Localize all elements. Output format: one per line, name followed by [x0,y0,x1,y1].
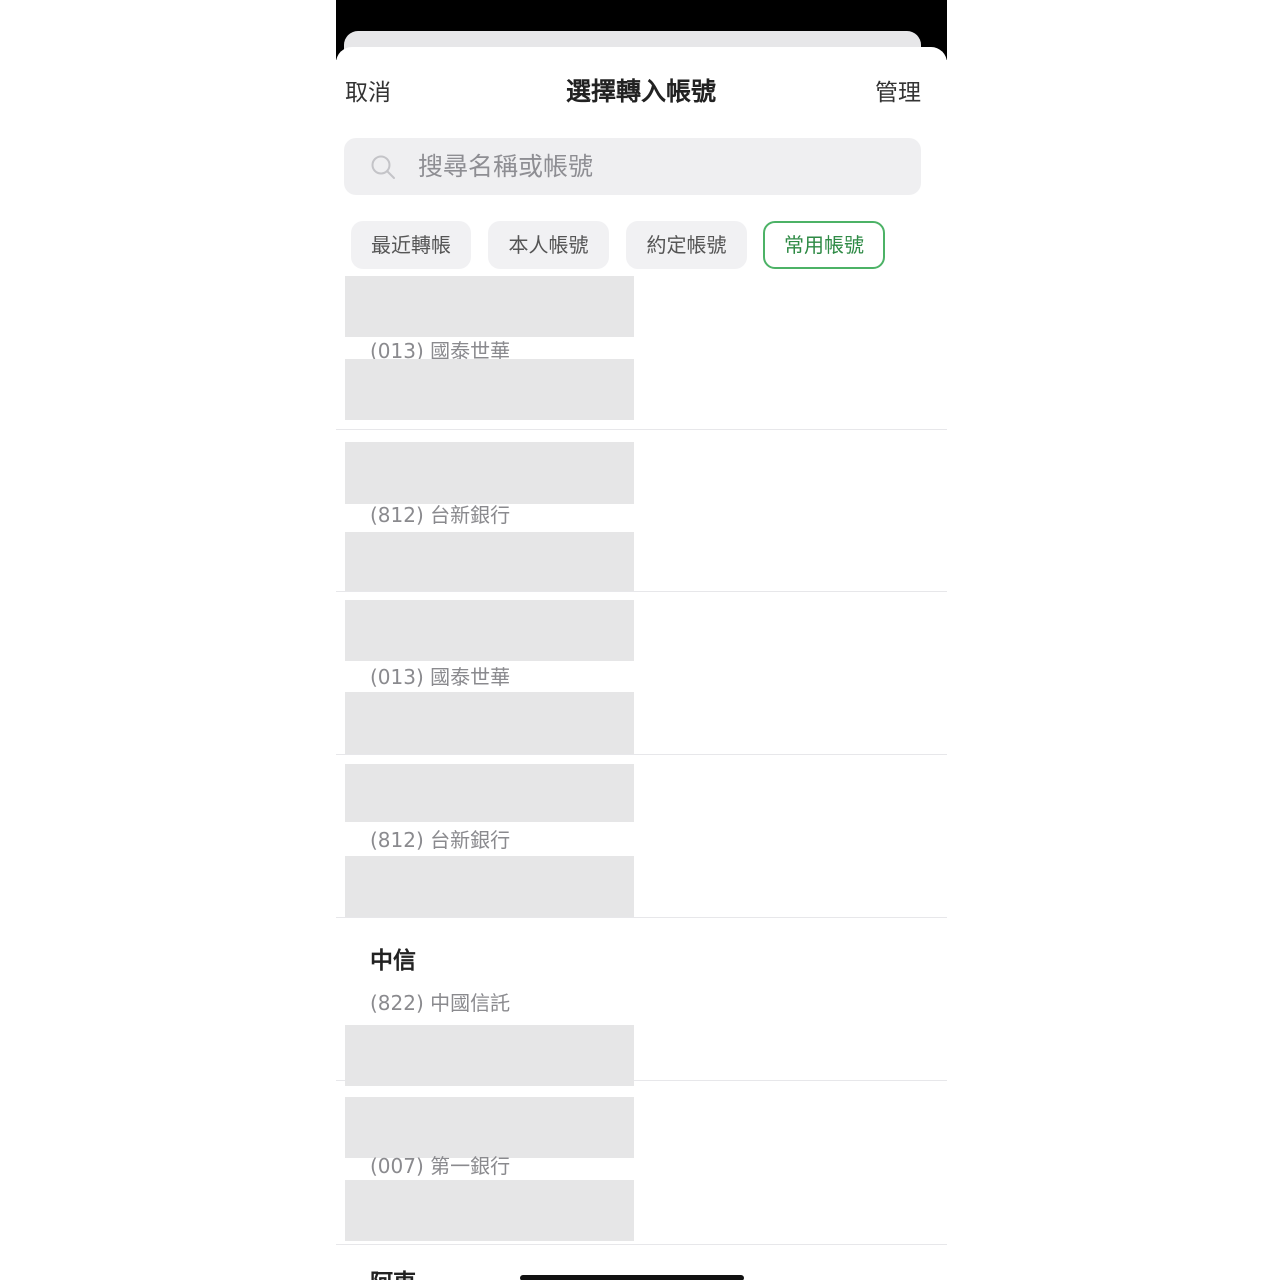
manage-button[interactable]: 管理 [875,78,921,108]
tab-recent-transfers[interactable]: 最近轉帳 [351,221,471,269]
account-nickname: 中信 [370,948,416,974]
bank-name: (812) 台新銀行 [370,503,511,527]
redacted-block [345,276,634,337]
bank-name: (013) 國泰世華 [370,665,511,689]
bank-name: (812) 台新銀行 [370,828,511,852]
list-item[interactable]: (013) 國泰世華 [336,600,947,755]
redacted-block [345,1180,634,1241]
search-placeholder: 搜尋名稱或帳號 [418,152,594,181]
list-item[interactable]: (812) 台新銀行 [336,764,947,918]
redacted-block [345,1025,634,1086]
list-item[interactable]: (013) 國泰世華 [336,276,947,430]
bank-name: (007) 第一銀行 [370,1154,511,1178]
search-icon [371,155,395,179]
page-title: 選擇轉入帳號 [565,77,716,106]
search-input[interactable]: 搜尋名稱或帳號 [344,138,921,195]
redacted-block [345,692,634,754]
redacted-block [345,532,634,591]
redacted-block [345,764,634,822]
tab-designated-accounts[interactable]: 約定帳號 [626,221,747,269]
home-indicator [520,1275,744,1280]
tab-frequent-accounts[interactable]: 常用帳號 [763,221,885,269]
cancel-button[interactable]: 取消 [345,78,391,108]
redacted-block [345,359,634,420]
redacted-block [345,600,634,661]
list-item[interactable]: (007) 第一銀行 [336,1097,947,1245]
redacted-block [345,442,634,504]
tab-own-accounts[interactable]: 本人帳號 [488,221,609,269]
phone-screen: 取消 選擇轉入帳號 管理 搜尋名稱或帳號 最近轉帳 本人帳號 約定帳號 常用帳號… [336,0,947,1280]
list-item[interactable]: (812) 台新銀行 [336,442,947,592]
account-nickname: 阿東 [370,1269,416,1280]
redacted-block [345,856,634,917]
redacted-block [345,1097,634,1158]
list-item[interactable]: 中信 (822) 中國信託 [336,918,947,1086]
bank-name: (822) 中國信託 [370,991,511,1015]
